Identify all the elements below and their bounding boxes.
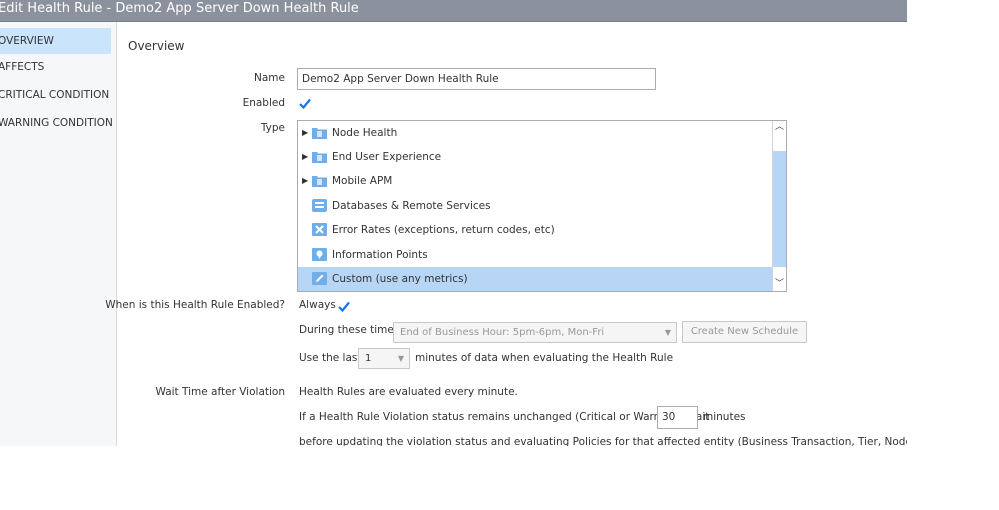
type-item-label: Information Points <box>332 249 428 261</box>
sidebar-item-overview[interactable]: OVERVIEW <box>0 28 111 54</box>
type-item-error-rates[interactable]: Error Rates (exceptions, return codes, e… <box>298 218 774 242</box>
scroll-down-icon[interactable]: ﹀ <box>773 278 786 291</box>
expand-arrow-icon[interactable]: ▶ <box>302 169 308 193</box>
wait-line-1: Health Rules are evaluated every minute. <box>299 386 518 398</box>
enabled-checkbox[interactable] <box>298 97 312 111</box>
folder-icon <box>312 176 327 187</box>
during-times-label: During these times: <box>299 324 403 336</box>
expand-arrow-icon[interactable]: ▶ <box>302 145 308 169</box>
sidebar-item-critical-condition[interactable]: CRITICAL CONDITION <box>0 82 111 108</box>
sidebar-item-warning-condition[interactable]: WARNING CONDITION <box>0 110 113 136</box>
wait-minutes-text: minutes <box>703 411 746 423</box>
pencil-icon <box>312 272 327 285</box>
minutes-of-data-text: minutes of data when evaluating the Heal… <box>415 352 674 364</box>
create-new-schedule-button[interactable]: Create New Schedule <box>682 321 807 343</box>
sidebar: OVERVIEW AFFECTS CRITICAL CONDITION WARN… <box>0 22 117 446</box>
type-item-label: End User Experience <box>332 151 442 163</box>
when-enabled-label: When is this Health Rule Enabled? <box>105 299 285 311</box>
type-item-label: Node Health <box>332 127 398 139</box>
database-icon <box>312 199 327 212</box>
info-point-icon <box>312 248 327 261</box>
title-bar: Edit Health Rule - Demo2 App Server Down… <box>0 0 907 22</box>
folder-icon <box>312 128 327 139</box>
enabled-label: Enabled <box>242 97 285 109</box>
window-title: Edit Health Rule - Demo2 App Server Down… <box>0 1 359 16</box>
wait-time-label: Wait Time after Violation <box>155 386 286 398</box>
type-item-label: Error Rates (exceptions, return codes, e… <box>332 224 555 236</box>
error-x-icon <box>312 223 327 236</box>
name-input[interactable]: Demo2 App Server Down Health Rule <box>297 68 656 90</box>
wait-line-2: If a Health Rule Violation status remain… <box>299 411 710 423</box>
overview-panel: Overview Name Demo2 App Server Down Heal… <box>105 22 907 446</box>
type-item-custom[interactable]: Custom (use any metrics) <box>298 267 774 291</box>
sidebar-item-affects[interactable]: AFFECTS <box>0 54 111 80</box>
scroll-up-icon[interactable]: ︿ <box>773 121 786 134</box>
type-item-information-points[interactable]: Information Points <box>298 243 774 267</box>
type-list-scrollbar[interactable]: ︿ ﹀ <box>772 121 786 291</box>
name-label: Name <box>254 72 285 84</box>
chevron-down-icon: ▼ <box>397 354 404 363</box>
type-item-node-health[interactable]: ▶ Node Health <box>298 121 774 145</box>
type-item-mobile-apm[interactable]: ▶ Mobile APM <box>298 169 774 193</box>
always-checkbox[interactable] <box>337 300 351 314</box>
type-item-databases-remote-services[interactable]: Databases & Remote Services <box>298 194 774 218</box>
chevron-down-icon: ▼ <box>664 328 671 337</box>
type-item-end-user-experience[interactable]: ▶ End User Experience <box>298 145 774 169</box>
type-item-label: Mobile APM <box>332 175 393 187</box>
section-heading: Overview <box>128 39 185 53</box>
folder-icon <box>312 152 327 163</box>
wait-line-3: before updating the violation status and… <box>299 436 907 446</box>
wait-minutes-input[interactable]: 30 <box>657 406 698 429</box>
type-item-label: Databases & Remote Services <box>332 200 491 212</box>
use-last-select[interactable]: 1 ▼ <box>358 348 410 369</box>
edit-health-rule-window: Edit Health Rule - Demo2 App Server Down… <box>0 0 907 446</box>
scrollbar-thumb[interactable] <box>773 151 786 267</box>
type-label: Type <box>260 122 285 134</box>
always-label: Always <box>299 299 336 311</box>
type-item-label: Custom (use any metrics) <box>332 273 468 285</box>
use-last-label: Use the last <box>299 352 362 364</box>
expand-arrow-icon[interactable]: ▶ <box>302 121 308 145</box>
use-last-value: 1 <box>365 353 372 364</box>
schedule-select-value: End of Business Hour: 5pm-6pm, Mon-Fri <box>400 327 605 338</box>
type-list[interactable]: ▶ Node Health ▶ End User Experience ▶ Mo… <box>297 120 787 292</box>
schedule-select[interactable]: End of Business Hour: 5pm-6pm, Mon-Fri ▼ <box>393 322 677 343</box>
